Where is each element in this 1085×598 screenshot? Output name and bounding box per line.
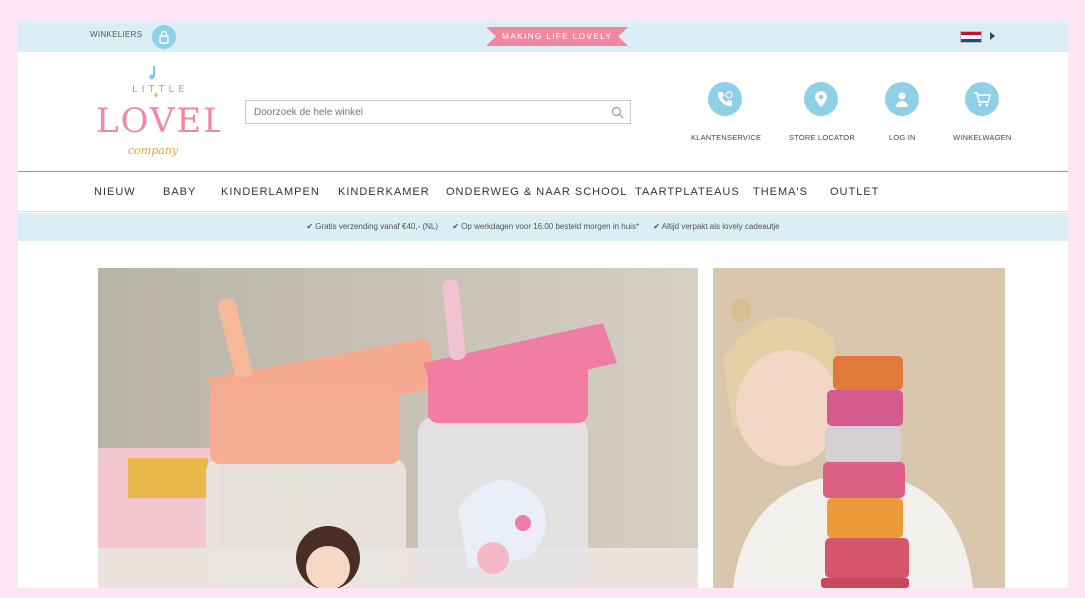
cart-icon[interactable]: [965, 82, 999, 116]
cart-link[interactable]: WINKELWAGEN: [953, 133, 1011, 142]
user-icon[interactable]: [885, 82, 919, 116]
nav-item-outlet[interactable]: OUTLET: [830, 186, 879, 198]
browser-frame: WINKELIERS MAKING LIFE LOVELY LITTLE LOV…: [18, 22, 1068, 588]
top-bar: WINKELIERS MAKING LIFE LOVELY: [18, 22, 1068, 52]
chevron-right-icon[interactable]: [990, 32, 995, 40]
store-locator-link[interactable]: STORE LOCATOR: [789, 133, 855, 142]
hero-image-bottles[interactable]: [98, 268, 698, 588]
nav-item-baby[interactable]: BABY: [163, 186, 196, 198]
customer-service-link[interactable]: KLANTENSERVICE: [691, 133, 761, 142]
side-image-lunchboxes[interactable]: [713, 268, 1005, 588]
flag-nl-icon[interactable]: [960, 31, 982, 43]
login-link[interactable]: LOG IN: [889, 133, 916, 142]
nav-item-taartplateaus[interactable]: TAARTPLATEAUS: [635, 186, 740, 198]
phone-icon[interactable]: [708, 82, 742, 116]
lock-icon[interactable]: [152, 25, 176, 49]
tagline-banner: MAKING LIFE LOVELY: [486, 27, 629, 46]
usp-gift-wrap: ✔ Altijd verpakt als lovely cadeautje: [653, 222, 780, 231]
usp-shipping: ✔ Gratis verzending vanaf €40,- (NL): [306, 222, 439, 231]
logo[interactable]: LITTLE LOVELY company: [94, 62, 248, 158]
usp-bar: ✔ Gratis verzending vanaf €40,- (NL) ✔ O…: [18, 213, 1068, 241]
nav-item-kinderkamer[interactable]: KINDERKAMER: [338, 186, 430, 198]
search-icon[interactable]: [611, 106, 624, 119]
logo-text-lovely: LOVELY: [96, 101, 220, 141]
nav-item-nieuw[interactable]: NIEUW: [94, 186, 136, 198]
map-pin-icon[interactable]: [804, 82, 838, 116]
nav-item-themas[interactable]: THEMA'S: [753, 186, 808, 198]
main-nav: NIEUW BABY KINDERLAMPEN KINDERKAMER ONDE…: [18, 171, 1068, 212]
search-box: [245, 100, 631, 124]
logo-text-little: LITTLE: [132, 84, 188, 95]
nav-item-onderweg[interactable]: ONDERWEG & NAAR SCHOOL: [446, 186, 627, 198]
nav-item-kinderlampen[interactable]: KINDERLAMPEN: [221, 186, 320, 198]
search-input[interactable]: [246, 101, 596, 123]
usp-delivery: ✔ Op werkdagen voor 16.00 besteld morgen…: [452, 222, 640, 231]
dealers-link[interactable]: WINKELIERS: [90, 30, 142, 39]
logo-text-company: company: [128, 144, 179, 157]
